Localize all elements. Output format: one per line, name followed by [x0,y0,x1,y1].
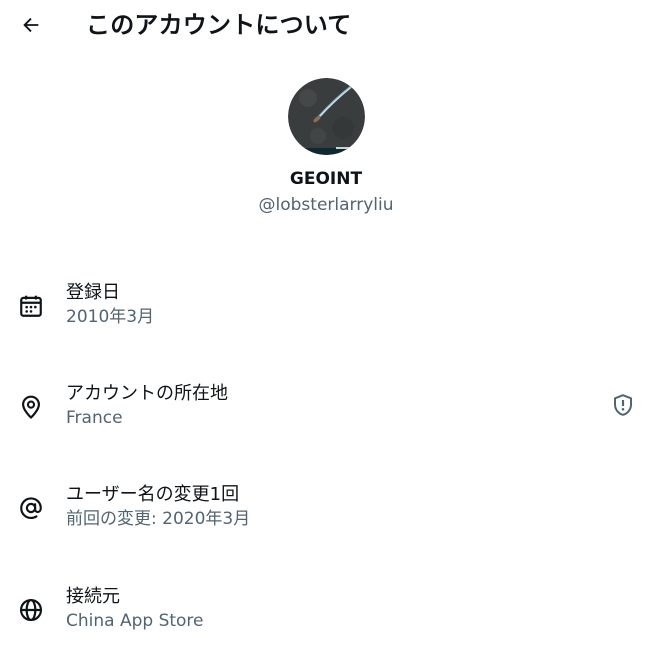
arrow-left-icon [23,17,39,33]
display-name: GEOINT [289,169,363,189]
location-pin-icon [22,395,40,419]
username-changes-label: ユーザー名の変更1回 [66,484,240,505]
connected-via-value: China App Store [66,611,204,631]
connected-via-label: 接続元 [66,586,120,607]
user-handle: @lobsterlarryliu [258,195,394,215]
calendar-icon [20,295,42,317]
at-sign-icon [20,497,42,520]
back-button[interactable] [14,8,48,42]
username-changes-row: ユーザー名の変更1回 前回の変更: 2020年3月 [0,483,645,547]
username-changes-value: 前回の変更: 2020年3月 [66,509,251,529]
joined-value: 2010年3月 [66,307,155,327]
shield-alert-icon[interactable] [611,393,635,417]
header: このアカウントについて [0,0,645,50]
joined-label: 登録日 [66,282,120,303]
page-title: このアカウントについて [86,11,352,39]
globe-icon [19,598,43,622]
location-value: France [66,408,123,428]
avatar[interactable] [287,78,365,155]
account-location-row: アカウントの所在地 France [0,382,645,446]
location-label: アカウントの所在地 [66,383,228,404]
connected-via-row: 接続元 China App Store [0,585,645,649]
joined-date-row: 登録日 2010年3月 [0,281,645,345]
profile-section: GEOINT @lobsterlarryliu [0,78,645,216]
